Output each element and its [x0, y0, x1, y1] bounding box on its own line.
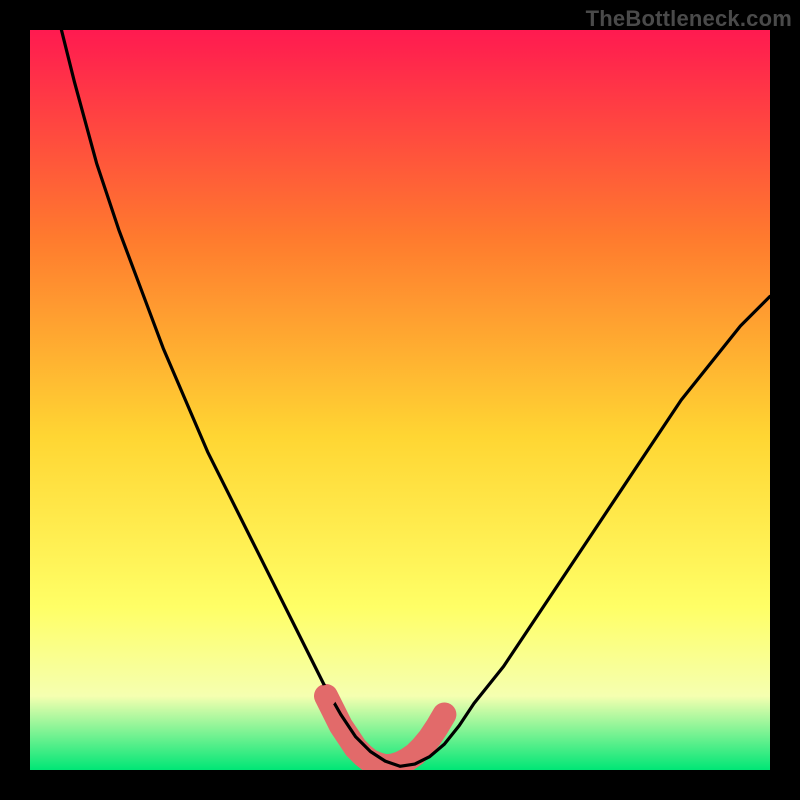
chart-svg — [30, 30, 770, 770]
plot-area — [30, 30, 770, 770]
gradient-background — [30, 30, 770, 770]
marker-dot — [433, 704, 455, 726]
chart-frame: TheBottleneck.com — [0, 0, 800, 800]
watermark-text: TheBottleneck.com — [586, 6, 792, 32]
marker-dot — [315, 685, 337, 707]
